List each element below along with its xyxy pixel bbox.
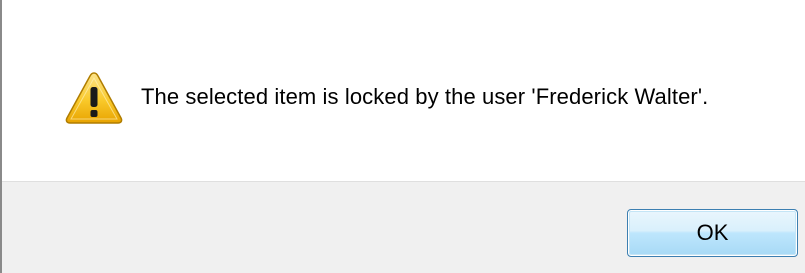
ok-button[interactable]: OK <box>627 209 798 257</box>
message-dialog: The selected item is locked by the user … <box>0 0 805 273</box>
dialog-content: The selected item is locked by the user … <box>2 0 805 181</box>
dialog-button-bar: OK <box>2 181 805 273</box>
warning-icon <box>64 70 124 126</box>
dialog-message: The selected item is locked by the user … <box>141 84 709 109</box>
